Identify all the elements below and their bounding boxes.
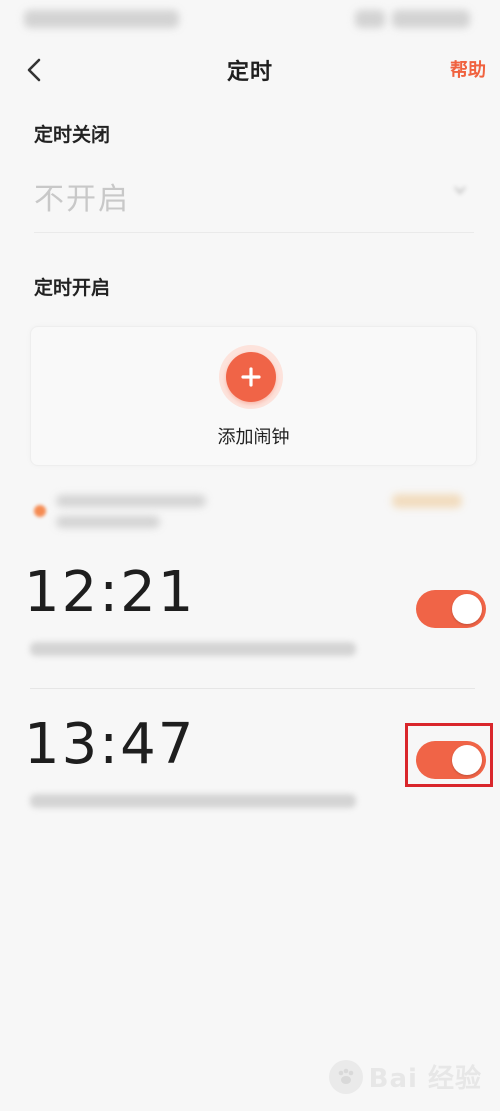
info-text-line-2 bbox=[56, 516, 160, 528]
alarm-toggle-2[interactable] bbox=[416, 741, 486, 779]
app-header: 定时 帮助 bbox=[0, 40, 500, 104]
toggle-knob bbox=[452, 594, 482, 624]
watermark: Bai 经验 bbox=[328, 1058, 482, 1095]
timed-close-select-value: 不开启 bbox=[34, 182, 130, 217]
plus-icon bbox=[241, 367, 261, 387]
alarm-repeat-info-1 bbox=[30, 642, 356, 656]
add-alarm-button[interactable] bbox=[219, 345, 283, 409]
chevron-down-icon bbox=[454, 186, 466, 195]
status-bar-left-info bbox=[24, 10, 179, 28]
add-alarm-card[interactable]: 添加闹钟 bbox=[30, 326, 477, 466]
timed-open-heading: 定时开启 bbox=[34, 277, 111, 299]
timed-close-select[interactable]: 不开启 bbox=[34, 160, 474, 233]
info-dot-icon bbox=[34, 505, 46, 517]
paw-icon bbox=[328, 1059, 363, 1094]
battery-icon bbox=[392, 10, 470, 28]
status-icon bbox=[355, 10, 385, 28]
watermark-text: Bai 经验 bbox=[368, 1064, 482, 1094]
alarm-repeat-info-2 bbox=[30, 794, 356, 808]
timed-close-heading: 定时关闭 bbox=[34, 124, 111, 146]
status-bar bbox=[0, 0, 500, 40]
info-text-line-1 bbox=[56, 495, 206, 507]
divider bbox=[30, 688, 475, 689]
page-title: 定时 bbox=[226, 60, 273, 85]
info-action-link[interactable] bbox=[392, 494, 462, 508]
alarm-time-2: 13:47 bbox=[24, 712, 196, 777]
add-alarm-label: 添加闹钟 bbox=[217, 427, 290, 448]
alarm-time-1: 12:21 bbox=[24, 560, 196, 625]
alarm-toggle-1[interactable] bbox=[416, 590, 486, 628]
toggle-knob bbox=[452, 745, 482, 775]
help-link[interactable]: 帮助 bbox=[450, 56, 486, 82]
